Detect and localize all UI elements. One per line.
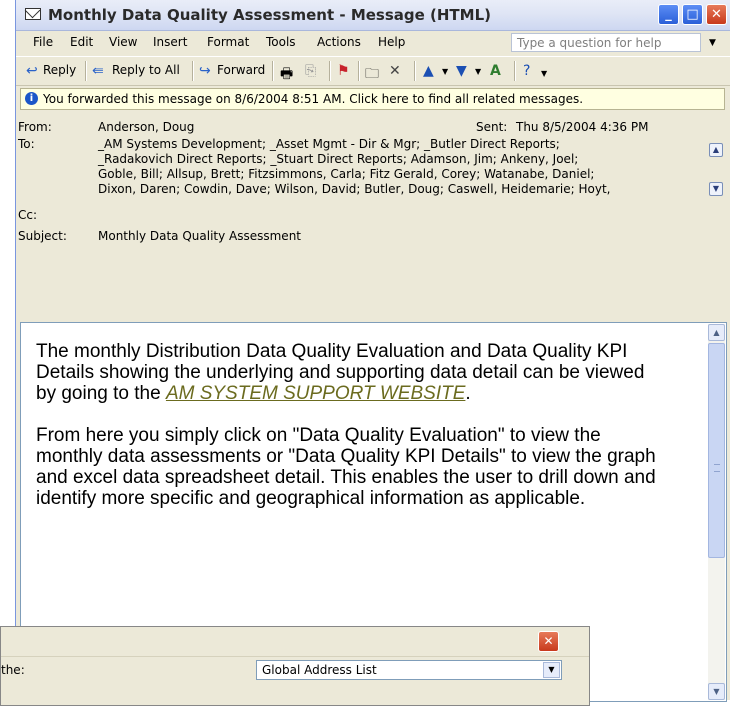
menu-file[interactable]: File: [33, 35, 53, 49]
menu-format[interactable]: Format: [207, 35, 249, 49]
next-dropdown-icon[interactable]: ▼: [475, 67, 481, 76]
body-text-span: .: [465, 383, 471, 404]
cc-label: Cc:: [18, 208, 38, 222]
menu-tools[interactable]: Tools: [266, 35, 296, 49]
info-icon: i: [25, 92, 38, 105]
subject-label: Subject:: [18, 229, 67, 243]
menu-edit[interactable]: Edit: [70, 35, 93, 49]
from-label: From:: [18, 120, 52, 134]
info-bar-text[interactable]: You forwarded this message on 8/6/2004 8…: [43, 92, 583, 106]
sent-value: Thu 8/5/2004 4:36 PM: [516, 120, 649, 134]
message-body-text: The monthly Distribution Data Quality Ev…: [36, 341, 666, 530]
to-line: Dixon, Daren; Cowdin, Dave; Wilson, Davi…: [98, 182, 611, 196]
body-paragraph: The monthly Distribution Data Quality Ev…: [36, 341, 666, 404]
body-paragraph: From here you simply click on "Data Qual…: [36, 425, 656, 509]
close-button[interactable]: ✕: [706, 4, 727, 25]
help-dropdown-icon[interactable]: ▼: [709, 38, 716, 48]
toolbar-separator: [85, 61, 87, 81]
print-icon[interactable]: 🖶: [280, 63, 293, 87]
delete-icon[interactable]: ✕: [389, 63, 401, 79]
chevron-down-icon[interactable]: ▼: [543, 662, 560, 678]
reply-button[interactable]: Reply: [43, 63, 76, 77]
scroll-thumb[interactable]: [708, 343, 725, 558]
address-list-select[interactable]: Global Address List ▼: [256, 660, 562, 680]
menu-insert[interactable]: Insert: [153, 35, 187, 49]
toolbar-separator: [329, 61, 331, 81]
forward-button[interactable]: Forward: [217, 63, 265, 77]
minimize-button[interactable]: _: [658, 4, 679, 25]
to-line: _AM Systems Development; _Asset Mgmt - D…: [98, 137, 560, 151]
address-list-value: Global Address List: [262, 663, 377, 677]
toolbar-separator: [414, 61, 416, 81]
move-to-folder-icon[interactable]: 🗀: [365, 63, 379, 87]
menu-view[interactable]: View: [109, 35, 137, 49]
grip-icon: [714, 464, 720, 472]
to-scroll-down-button[interactable]: ▼: [709, 182, 723, 196]
help-icon[interactable]: ?: [523, 63, 530, 79]
to-scroll-up-button[interactable]: ▲: [709, 143, 723, 157]
toolbar-separator: [514, 61, 516, 81]
envelope-icon: [25, 8, 41, 20]
menu-help[interactable]: Help: [378, 35, 405, 49]
forward-icon: ↪: [199, 63, 211, 79]
window-title: Monthly Data Quality Assessment - Messag…: [48, 6, 492, 24]
am-system-support-link[interactable]: AM SYSTEM SUPPORT WEBSITE: [166, 383, 465, 404]
previous-item-icon[interactable]: ▲: [423, 63, 434, 79]
toolbar-separator: [358, 61, 360, 81]
next-item-icon[interactable]: ▼: [456, 63, 467, 79]
reply-all-button[interactable]: Reply to All: [112, 63, 180, 77]
to-recipients[interactable]: _AM Systems Development; _Asset Mgmt - D…: [98, 137, 692, 197]
dialog-title-bar[interactable]: ✕: [1, 627, 589, 657]
scroll-up-button[interactable]: ▲: [708, 324, 725, 341]
previous-dropdown-icon[interactable]: ▼: [442, 67, 448, 76]
to-line: Goble, Bill; Allsup, Brett; Fitzsimmons,…: [98, 167, 595, 181]
dialog-show-names-label: the:: [1, 663, 25, 677]
maximize-button[interactable]: □: [682, 4, 703, 25]
info-bar[interactable]: i You forwarded this message on 8/6/2004…: [20, 88, 725, 110]
toolbar: ↩ Reply ⇚ Reply to All ↪ Forward 🖶 ⎘ ⚑ 🗀…: [16, 56, 730, 86]
menu-actions[interactable]: Actions: [317, 35, 361, 49]
reply-all-icon: ⇚: [92, 63, 104, 79]
to-label: To:: [18, 137, 35, 151]
sent-label: Sent:: [476, 120, 508, 134]
body-scrollbar[interactable]: ▲ ▼: [708, 324, 725, 700]
dialog-close-button[interactable]: ✕: [538, 631, 559, 652]
address-book-dialog: ✕ the: Global Address List ▼: [0, 626, 590, 706]
message-window: Monthly Data Quality Assessment - Messag…: [15, 0, 730, 702]
flag-icon[interactable]: ⚑: [337, 63, 350, 79]
toolbar-separator: [272, 61, 274, 81]
address-book-icon[interactable]: A: [490, 63, 501, 79]
reply-icon: ↩: [26, 63, 38, 79]
help-search-input[interactable]: Type a question for help: [511, 33, 701, 52]
copy-icon[interactable]: ⎘: [305, 63, 316, 79]
from-value[interactable]: Anderson, Doug: [98, 120, 194, 134]
toolbar-separator: [192, 61, 194, 81]
scroll-down-button[interactable]: ▼: [708, 683, 725, 700]
subject-value: Monthly Data Quality Assessment: [98, 229, 302, 243]
to-line: _Radakovich Direct Reports; _Stuart Dire…: [98, 152, 579, 166]
menu-bar: File Edit View Insert Format Tools Actio…: [16, 31, 730, 55]
title-bar[interactable]: Monthly Data Quality Assessment - Messag…: [16, 0, 730, 31]
toolbar-options-icon[interactable]: ▼: [541, 69, 547, 78]
